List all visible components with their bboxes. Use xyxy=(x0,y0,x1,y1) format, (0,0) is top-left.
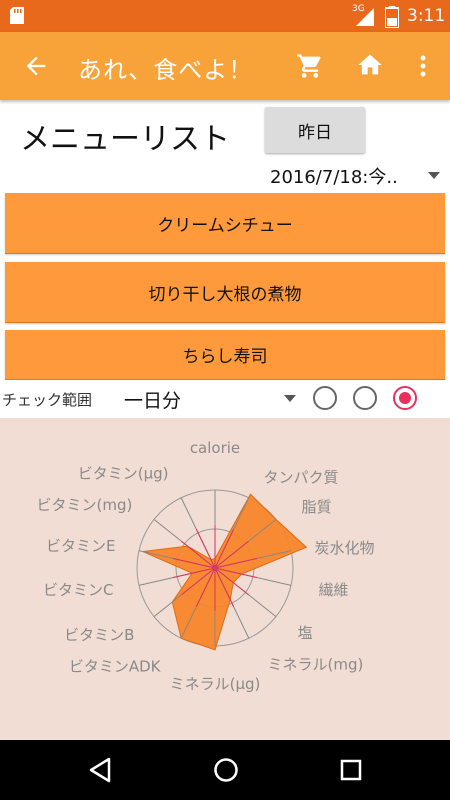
system-nav-bar xyxy=(0,740,450,800)
radio-option-3[interactable] xyxy=(393,386,417,410)
battery-icon xyxy=(385,6,399,28)
radio-option-1[interactable] xyxy=(313,386,337,410)
radar-axis-label: ビタミン(mg) xyxy=(37,496,133,514)
radar-axis-label: ビタミンC xyxy=(43,581,113,599)
cart-icon[interactable] xyxy=(296,52,324,80)
app-bar: あれ、食べよ！ xyxy=(0,32,450,100)
range-dropdown-value[interactable]: 一日分 xyxy=(124,386,181,413)
radar-axis-label: 脂質 xyxy=(302,498,332,516)
radar-axis-label: ミネラル(mg) xyxy=(268,655,364,673)
radar-axis-label: 炭水化物 xyxy=(315,539,375,557)
more-vert-icon[interactable] xyxy=(416,52,430,80)
dropdown-arrow-icon[interactable] xyxy=(284,395,296,402)
check-range-label: チェック範囲 xyxy=(2,391,93,409)
radar-axis-label: ビタミンE xyxy=(46,537,115,555)
date-dropdown-value: 2016/7/18:今.. xyxy=(270,167,398,188)
radar-axis-label: ミネラル(μg) xyxy=(170,675,261,693)
nav-home-icon[interactable] xyxy=(213,757,239,783)
nav-back-icon[interactable] xyxy=(88,757,112,783)
radar-axis-label: ビタミンB xyxy=(64,626,134,644)
radio-option-2[interactable] xyxy=(353,386,377,410)
home-icon[interactable] xyxy=(356,51,384,79)
menu-item[interactable]: 切り干し大根の煮物 xyxy=(5,262,445,323)
radar-series-area xyxy=(140,493,308,651)
menu-list-title: メニューリスト xyxy=(20,122,230,157)
signal-icon xyxy=(356,8,374,26)
radar-axis-label: 繊維 xyxy=(319,581,349,599)
yesterday-button[interactable]: 昨日 xyxy=(265,107,365,153)
radar-axis-label: ビタミン(μg) xyxy=(78,465,169,483)
radar-axis-label: calorie xyxy=(190,439,240,457)
status-time: 3:11 xyxy=(407,6,446,26)
dropdown-arrow-icon xyxy=(428,172,440,179)
check-range-row: チェック範囲 一日分 xyxy=(0,380,450,418)
radar-axis-label: ビタミンADK xyxy=(69,657,162,675)
sd-card-icon xyxy=(10,7,24,24)
nav-recents-icon[interactable] xyxy=(340,759,362,781)
radar-axis-label: 塩 xyxy=(298,624,313,642)
menu-item[interactable]: クリームシチュー xyxy=(5,193,445,254)
date-dropdown[interactable]: 2016/7/18:今.. xyxy=(270,163,445,189)
menu-item[interactable]: ちらし寿司 xyxy=(5,330,445,380)
radar-axis-label: タンパク質 xyxy=(264,469,339,487)
radar-chart-svg: calorie タンパク質脂質炭水化物繊維塩ミネラル(mg) ミネラル(μg) ビタミ… xyxy=(37,439,375,693)
status-bar: 3G 3:11 xyxy=(0,0,450,32)
app-title: あれ、食べよ！ xyxy=(78,56,254,84)
radar-chart: calorie タンパク質脂質炭水化物繊維塩ミネラル(mg) ミネラル(μg) ビタミ… xyxy=(0,418,450,740)
back-arrow-icon[interactable] xyxy=(22,52,50,80)
